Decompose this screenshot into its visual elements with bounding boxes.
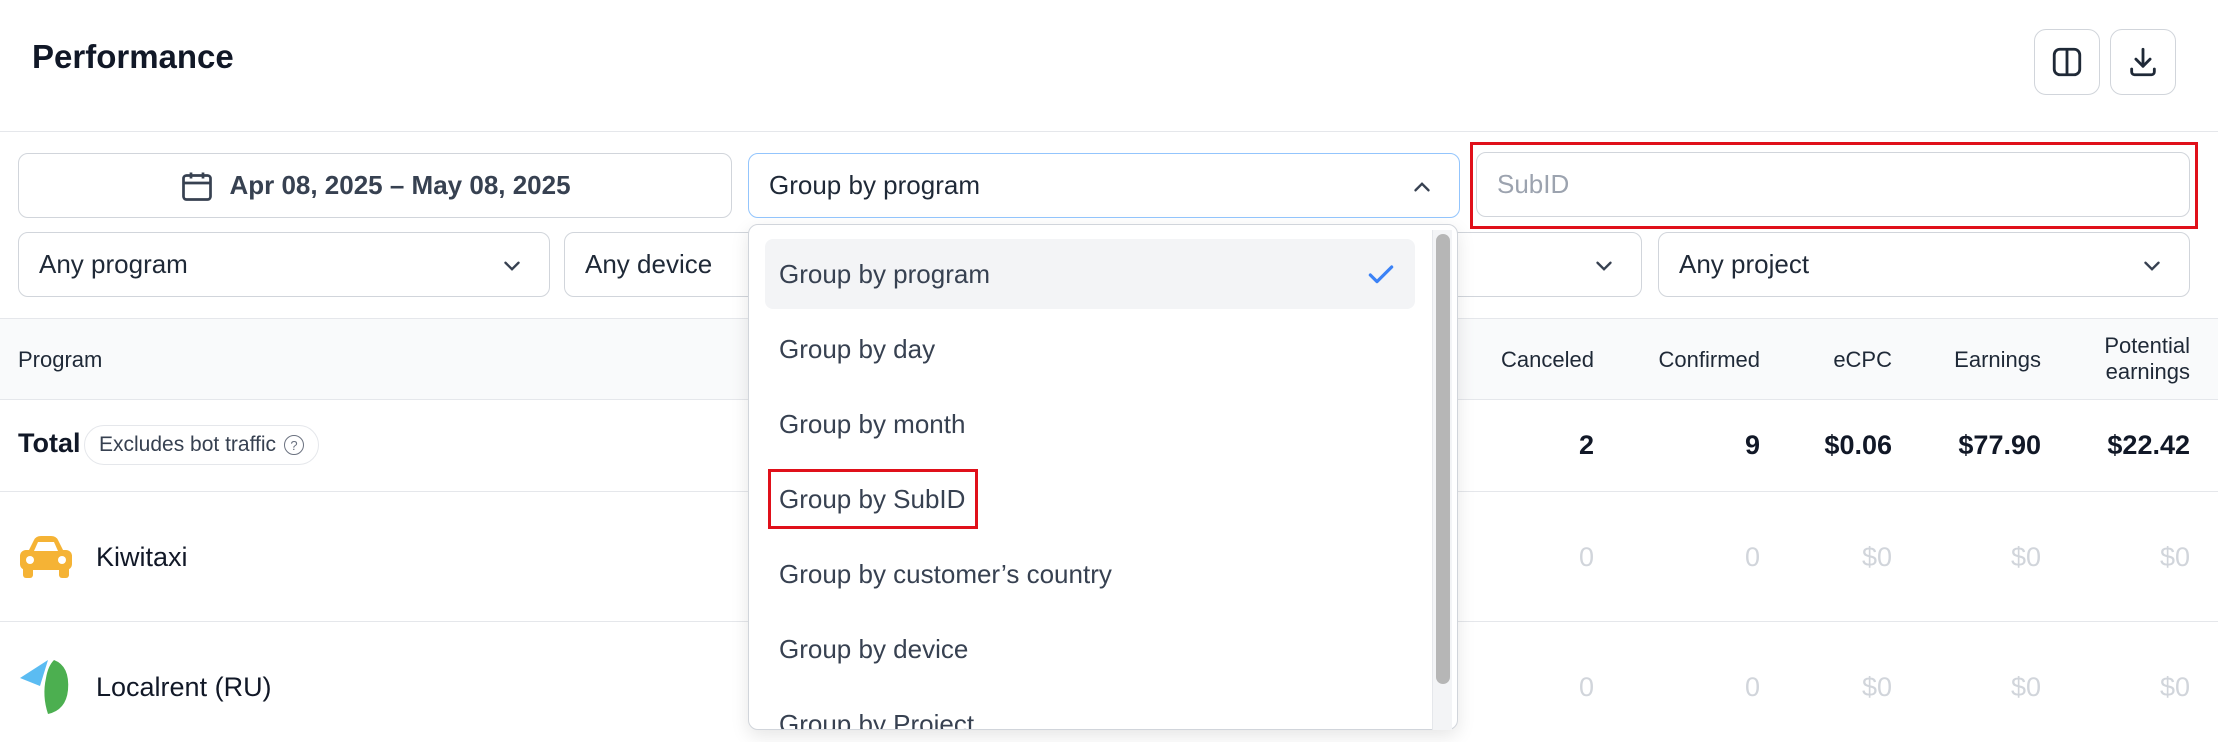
dropdown-option-month[interactable]: Group by month (765, 389, 1415, 459)
dropdown-option-day[interactable]: Group by day (765, 314, 1415, 384)
dropdown-option-label: Group by Project (779, 708, 975, 730)
download-button[interactable] (2110, 29, 2176, 95)
group-by-dropdown-menu: Group by program Group by day Group by m… (748, 224, 1458, 730)
dropdown-option-label: Group by program (779, 258, 990, 289)
date-range-label: Apr 08, 2025 – May 08, 2025 (229, 170, 571, 200)
total-confirmed: 9 (1744, 430, 1760, 460)
dropdown-option-subid[interactable]: Group by SubID (765, 464, 1415, 534)
program-select[interactable]: Any program (18, 232, 550, 297)
program-name[interactable]: Localrent (RU) (96, 672, 272, 703)
bot-traffic-badge: Excludes bot traffic ? (84, 425, 320, 465)
dropdown-option-label: Group by day (779, 333, 936, 364)
total-canceled: 2 (1578, 430, 1594, 460)
dropdown-option-label: Group by SubID (779, 483, 966, 514)
chevron-down-icon (504, 261, 520, 271)
column-header-canceled[interactable]: Canceled (1501, 347, 1594, 373)
column-header-ecpc[interactable]: eCPC (1833, 347, 1892, 373)
potential-header-line1: Potential (2104, 333, 2190, 358)
date-range-picker[interactable]: Apr 08, 2025 – May 08, 2025 (18, 153, 732, 218)
dropdown-option-label: Group by month (779, 408, 966, 439)
help-circle-icon[interactable]: ? (284, 435, 305, 455)
potential-header-line2: earnings (2105, 359, 2190, 384)
project-select-value: Any project (1679, 249, 1810, 279)
row-earnings: $0 (2010, 542, 2041, 572)
bot-traffic-badge-label: Excludes bot traffic (99, 433, 277, 456)
project-select[interactable]: Any project (1658, 232, 2190, 297)
page-title: Performance (32, 38, 234, 75)
taxi-icon (20, 536, 72, 578)
dropdown-scrollbar[interactable] (1432, 230, 1452, 730)
column-header-earnings[interactable]: Earnings (1954, 347, 2041, 373)
row-earnings: $0 (2010, 672, 2041, 702)
row-confirmed: 0 (1744, 672, 1760, 702)
chevron-up-icon (1414, 182, 1430, 192)
row-ecpc: $0 (1861, 672, 1892, 702)
column-header-potential-earnings[interactable]: Potential earnings (2104, 333, 2190, 385)
checkmark-icon (1368, 265, 1394, 284)
row-confirmed: 0 (1744, 542, 1760, 572)
chevron-down-icon (1596, 261, 1612, 271)
row-potential-earnings: $0 (2159, 542, 2190, 572)
columns-toggle-button[interactable] (2034, 29, 2100, 95)
row-potential-earnings: $0 (2159, 672, 2190, 702)
dropdown-scroll-thumb[interactable] (1436, 234, 1450, 684)
dropdown-option-label: Group by customer’s country (779, 558, 1112, 589)
dropdown-option-project[interactable]: Group by Project (765, 689, 1415, 730)
localrent-logo-icon (20, 660, 69, 714)
dropdown-option-country[interactable]: Group by customer’s country (765, 539, 1415, 609)
row-canceled: 0 (1578, 672, 1594, 702)
group-by-value: Group by program (769, 170, 980, 200)
total-earnings: $77.90 (1958, 430, 2041, 460)
dropdown-option-program[interactable]: Group by program (765, 239, 1415, 309)
row-ecpc: $0 (1861, 542, 1892, 572)
column-header-confirmed[interactable]: Confirmed (1659, 347, 1760, 373)
chevron-down-icon (2144, 261, 2160, 271)
program-select-value: Any program (39, 249, 188, 279)
device-select-value: Any device (585, 249, 713, 279)
row-canceled: 0 (1578, 542, 1594, 572)
total-label: Total (18, 428, 81, 458)
program-name[interactable]: Kiwitaxi (96, 542, 188, 573)
page-header: Performance (0, 0, 2218, 132)
group-by-select[interactable]: Group by program (748, 153, 1460, 218)
calendar-icon (182, 172, 213, 201)
total-ecpc: $0.06 (1824, 430, 1892, 460)
columns-icon (2052, 47, 2082, 77)
subid-input[interactable] (1476, 152, 2190, 217)
download-icon (2130, 47, 2156, 77)
column-header-program[interactable]: Program (18, 347, 102, 373)
dropdown-option-label: Group by device (779, 633, 969, 664)
total-potential-earnings: $22.42 (2107, 430, 2190, 460)
dropdown-option-device[interactable]: Group by device (765, 614, 1415, 684)
